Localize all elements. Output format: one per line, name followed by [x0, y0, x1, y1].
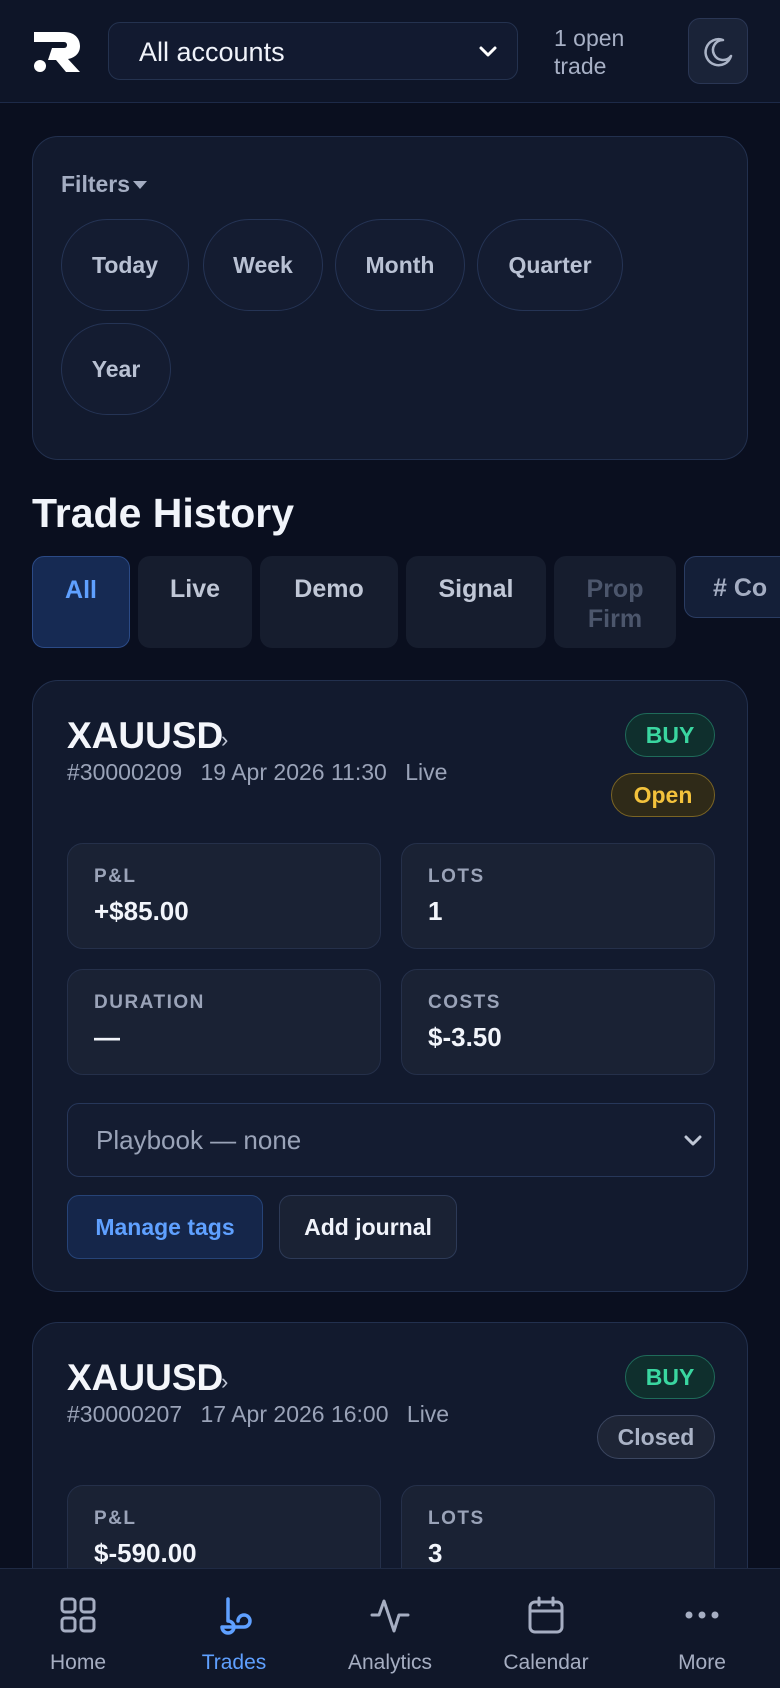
- stat-label: P&L: [94, 866, 137, 887]
- chevron-down-icon: [479, 46, 497, 57]
- pnl-stat: P&L +$85.00: [67, 843, 381, 949]
- side-badge: BUY: [625, 713, 715, 757]
- tab-demo[interactable]: Demo: [260, 556, 398, 648]
- open-trade-count: 1 open trade: [554, 25, 625, 79]
- nav-trades[interactable]: Trades: [156, 1569, 312, 1688]
- logo-icon[interactable]: [30, 30, 82, 74]
- trade-card[interactable]: XAUUSD › #30000209 19 Apr 2026 11:30 Liv…: [32, 680, 748, 1292]
- tab-custom[interactable]: # Co: [684, 556, 780, 618]
- stat-value: 1: [428, 896, 443, 926]
- nav-label: Home: [49, 1651, 107, 1674]
- playbook-select-label: Playbook — none: [96, 1125, 302, 1155]
- stat-value: +$85.00: [94, 896, 189, 926]
- tab-prop-firm[interactable]: Prop Firm: [554, 556, 676, 648]
- trade-id: #30000209: [67, 759, 183, 785]
- trade-account-type: Live: [406, 1401, 450, 1427]
- nav-calendar[interactable]: Calendar: [468, 1569, 624, 1688]
- manage-tags-button[interactable]: Manage tags: [67, 1195, 263, 1259]
- stat-label: LOTS: [428, 1508, 485, 1529]
- playbook-select[interactable]: Playbook — none: [67, 1103, 715, 1177]
- nav-label: Calendar: [503, 1651, 589, 1674]
- trade-id: #30000207: [67, 1401, 183, 1427]
- home-grid-icon: [60, 1597, 96, 1633]
- nav-label: Trades: [201, 1651, 267, 1674]
- stat-value: 3: [428, 1538, 443, 1568]
- side-badge: BUY: [625, 1355, 715, 1399]
- duration-stat: DURATION —: [67, 969, 381, 1075]
- nav-home[interactable]: Home: [0, 1569, 156, 1688]
- costs-stat: COSTS $-3.50: [401, 969, 715, 1075]
- trades-icon: [220, 1597, 252, 1635]
- filter-chip-year[interactable]: Year: [61, 323, 171, 415]
- filter-chip-month[interactable]: Month: [335, 219, 465, 311]
- stat-label: COSTS: [428, 992, 501, 1013]
- trade-symbol[interactable]: XAUUSD: [67, 1357, 223, 1399]
- stat-value: $-590.00: [94, 1538, 197, 1568]
- filter-chip-week[interactable]: Week: [203, 219, 323, 311]
- tab-live[interactable]: Live: [138, 556, 252, 648]
- top-header: All accounts 1 open trade: [0, 0, 780, 103]
- account-select-label: All accounts: [139, 37, 285, 67]
- trade-account-type: Live: [405, 759, 448, 785]
- stat-label: P&L: [94, 1508, 137, 1529]
- chevron-right-icon: ›: [221, 1369, 229, 1394]
- activity-icon: [370, 1599, 410, 1633]
- calendar-icon: [528, 1596, 564, 1634]
- moon-icon: [704, 38, 733, 67]
- tab-signal[interactable]: Signal: [406, 556, 546, 648]
- stat-value: $-3.50: [428, 1022, 502, 1052]
- chevron-down-icon: [684, 1135, 702, 1146]
- more-dots-icon: [685, 1611, 719, 1619]
- add-journal-button[interactable]: Add journal: [279, 1195, 457, 1259]
- page-title: Trade History: [32, 490, 295, 536]
- nav-label: More: [678, 1651, 726, 1674]
- filters-toggle[interactable]: Filters: [61, 171, 130, 198]
- bottom-nav: Home Trades Analytics Calendar More: [0, 1568, 780, 1688]
- trade-symbol[interactable]: XAUUSD: [67, 715, 223, 757]
- status-badge: Closed: [597, 1415, 715, 1459]
- stat-label: DURATION: [94, 992, 205, 1013]
- trade-meta: #30000209 19 Apr 2026 11:30 Live: [67, 759, 459, 786]
- nav-label: Analytics: [347, 1651, 433, 1674]
- status-badge: Open: [611, 773, 715, 817]
- trade-meta: #30000207 17 Apr 2026 16:00 Live: [67, 1401, 461, 1428]
- trade-datetime: 17 Apr 2026 16:00: [200, 1401, 389, 1427]
- tab-all[interactable]: All: [32, 556, 130, 648]
- filter-chip-quarter[interactable]: Quarter: [477, 219, 623, 311]
- stat-value: —: [94, 1022, 120, 1052]
- trade-datetime: 19 Apr 2026 11:30: [200, 759, 387, 785]
- nav-analytics[interactable]: Analytics: [312, 1569, 468, 1688]
- theme-toggle-button[interactable]: [688, 18, 748, 84]
- filter-chip-today[interactable]: Today: [61, 219, 189, 311]
- chevron-right-icon: ›: [221, 727, 229, 752]
- lots-stat: LOTS 1: [401, 843, 715, 949]
- caret-down-icon: [133, 181, 147, 189]
- filters-card: Filters Today Week Month Quarter Year: [32, 136, 748, 460]
- nav-more[interactable]: More: [624, 1569, 780, 1688]
- account-select[interactable]: All accounts: [108, 22, 518, 80]
- stat-label: LOTS: [428, 866, 485, 887]
